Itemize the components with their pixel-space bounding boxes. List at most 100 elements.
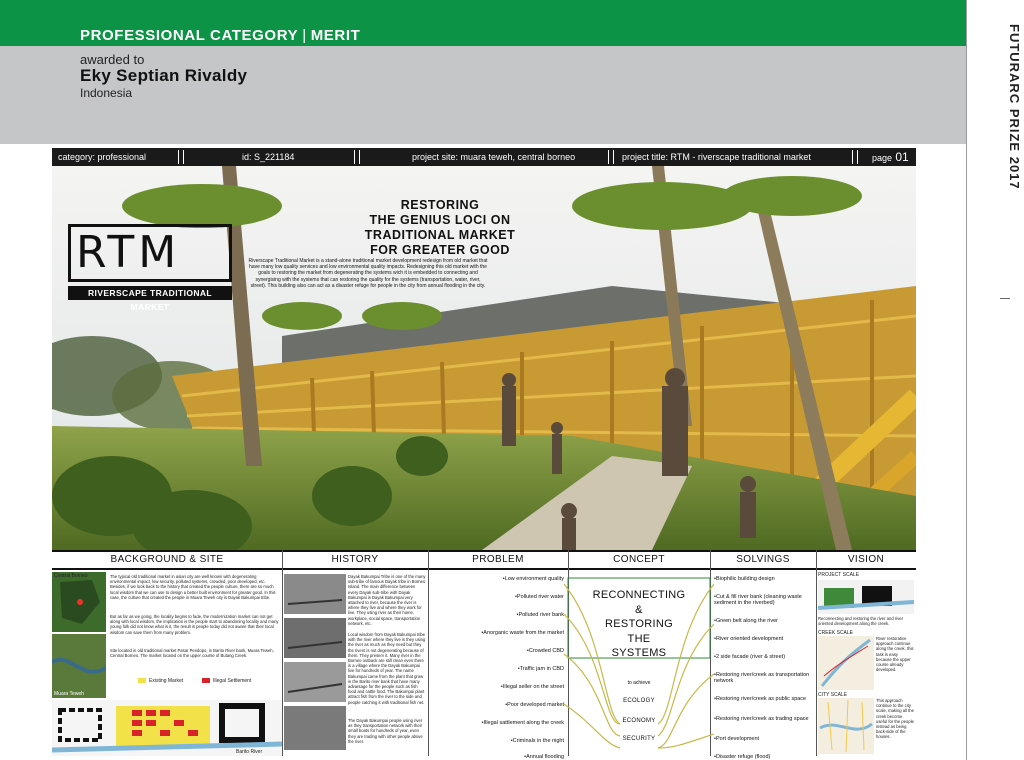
regional-maps — [52, 572, 106, 698]
history-paragraph: Dayak Bakumpai Tribe is one of the many … — [348, 574, 426, 626]
side-label: FUTURARC PRIZE 2017 — [1004, 24, 1024, 204]
solving-item: Green belt along the river — [714, 618, 778, 624]
problem-item: Criminals in the night — [511, 738, 564, 744]
logo-letters: RTM — [76, 227, 181, 278]
award-page: PROFESSIONAL CATEGORY | MERIT awarded to E… — [0, 0, 1024, 760]
section-divider — [816, 550, 817, 756]
concept-pillar-ecology: ECOLOGY — [623, 698, 655, 704]
history-paragraph: Local wisdom from Dayak Bakumpai tribe w… — [348, 632, 426, 705]
info-divider — [354, 150, 360, 164]
vision-project-text: Reconnecting and restoring the river and… — [818, 616, 903, 627]
awarded-to-label: awarded to — [80, 52, 145, 67]
vision-city-text: This approach continue to the city scale… — [876, 698, 914, 740]
problem-item: Anorganic waste from the market — [481, 630, 564, 636]
section-heading-vision: VISION — [816, 550, 916, 570]
problem-item: Illegal sattlement along the creek — [482, 720, 564, 726]
concept-title: RECONNECTING & RESTORING THE SYSTEMS — [568, 588, 710, 661]
info-category: category: professional — [58, 152, 147, 162]
side-divider — [966, 0, 967, 760]
solving-item: Biophilic building design — [714, 576, 775, 582]
info-bar: category: professional id: S_221184 proj… — [52, 148, 916, 166]
category-heading: PROFESSIONAL CATEGORY | MERIT — [80, 27, 360, 44]
problem-item: Traffic jam in CBD — [518, 666, 564, 672]
headline: RESTORING THE GENIUS LOCI ON TRADITIONAL… — [340, 198, 540, 258]
section-heading-problem: PROBLEM — [428, 550, 568, 570]
problem-item: Polluted river water — [515, 594, 564, 600]
side-tick — [1000, 298, 1010, 299]
winner-name: Eky Septian Rivaldy — [80, 66, 248, 85]
rtm-logo: RTM RIVERSCAPE TRADITIONAL MARKET — [68, 224, 232, 312]
info-site: project site: muara teweh, central borne… — [412, 152, 576, 162]
page-number: 01 — [895, 150, 909, 164]
solving-item: Port development — [714, 736, 759, 742]
project-scale-map — [818, 580, 914, 614]
concept-subtitle: to achieve — [627, 680, 651, 686]
concept-panel: RECONNECTING & RESTORING THE SYSTEMS to … — [564, 574, 714, 754]
problem-item: Crowded CBD — [527, 648, 564, 654]
header-grey-band — [0, 46, 966, 144]
info-title: project title: RTM - riverscape traditio… — [622, 152, 811, 162]
city-scale-map — [818, 698, 874, 754]
page-label: page — [872, 153, 893, 163]
info-divider — [852, 150, 858, 164]
solving-item: River oriented development — [714, 636, 783, 642]
solving-item: Restoring river/creek as trading space — [714, 716, 809, 722]
poster-sections: BACKGROUND & SITE HISTORY PROBLEM CONCEP… — [52, 550, 916, 760]
site-plan — [52, 700, 282, 756]
concept-pillar-economy: ECONOMY — [622, 718, 656, 724]
category-label: PROFESSIONAL CATEGORY — [80, 27, 299, 44]
solving-item: Restoring river/creek as transportation … — [714, 672, 812, 684]
problem-item: Annual flooding — [524, 754, 564, 760]
page-indicator: page 01 — [872, 150, 909, 164]
problem-item: Poor developed market — [505, 702, 564, 708]
concept-line: RECONNECTING — [592, 589, 686, 601]
poster: category: professional id: S_221184 proj… — [52, 148, 916, 760]
award-label: MERIT — [310, 27, 361, 44]
headline-line: THE GENIUS LOCI ON — [369, 213, 511, 227]
info-divider — [608, 150, 614, 164]
legend-illegal-settlement: Illegal Settlement — [213, 678, 252, 684]
logo-subtitle: RIVERSCAPE TRADITIONAL MARKET — [68, 286, 232, 312]
info-divider — [178, 150, 184, 164]
solving-item: 2 side facade (river & street) — [714, 654, 785, 660]
legend-swatch-existing — [138, 678, 146, 683]
section-heading-solvings: SOLVINGS — [710, 550, 816, 570]
concept-line: & — [635, 603, 643, 616]
map-label-region: Central Borneo — [54, 573, 88, 579]
solving-item: Disaster refuge (flood) — [714, 754, 770, 760]
category-separator: | — [302, 27, 307, 44]
solving-item: Cut & fill river bank (cleaning waste se… — [714, 594, 812, 606]
vision-creek-text: River restorative approach continue alon… — [876, 636, 914, 673]
concept-line: SYSTEMS — [611, 647, 667, 659]
intro-paragraph: Riverscape Traditional Market is a stand… — [248, 258, 488, 289]
headline-line: RESTORING — [400, 198, 480, 212]
headline-line: FOR GREATER GOOD — [370, 243, 510, 257]
legend-swatch-illegal — [202, 678, 210, 683]
winner-country: Indonesia — [80, 86, 133, 100]
concept-pillar-security: SECURITY — [622, 736, 656, 742]
background-paragraph: Site located in old traditional market P… — [110, 648, 274, 659]
solving-item: Restoring river/creek as public space — [714, 696, 806, 702]
problem-item: Illegal seller on the street — [501, 684, 564, 690]
creek-scale-map — [818, 636, 874, 690]
problem-item: Polluted river bank — [517, 612, 564, 618]
background-paragraph: But as far as we going, the locality beg… — [110, 614, 279, 635]
map-label-city: Muara Teweh — [54, 691, 84, 697]
background-paragraph: The typical old traditional market in as… — [110, 574, 276, 600]
legend-existing-market: Existing Market — [149, 678, 184, 684]
headline-line: TRADITIONAL MARKET — [364, 228, 516, 242]
hero-rendering: RTM RIVERSCAPE TRADITIONAL MARKET RESTOR… — [52, 166, 916, 550]
problem-item: Low environment quality — [503, 576, 564, 582]
historical-photos — [284, 574, 346, 750]
info-id: id: S_221184 — [242, 152, 295, 162]
prize-title: FUTURARC PRIZE 2017 — [1007, 24, 1022, 190]
section-divider — [282, 550, 283, 756]
section-heading-concept: CONCEPT — [568, 550, 710, 570]
concept-line: RESTORING — [605, 618, 673, 630]
history-paragraph: The Dayak Bakumpai people using river as… — [348, 718, 423, 744]
section-heading-history: HISTORY — [282, 550, 428, 570]
concept-line: THE — [627, 632, 651, 645]
section-divider — [428, 550, 429, 756]
vision-project-scale-label: PROJECT SCALE — [818, 572, 860, 578]
section-heading-background: BACKGROUND & SITE — [52, 550, 282, 570]
